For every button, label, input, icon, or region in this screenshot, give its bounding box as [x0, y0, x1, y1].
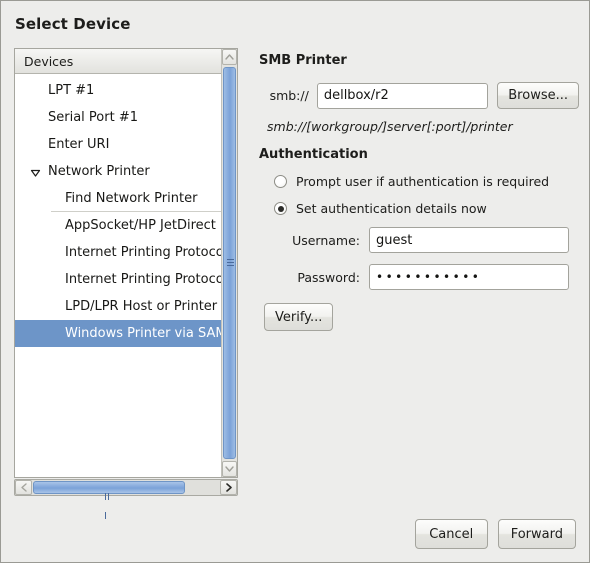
device-list-item-label: Find Network Printer: [65, 191, 198, 206]
device-list-item[interactable]: Find Network Printer: [15, 185, 237, 212]
chevron-left-icon[interactable]: [15, 480, 32, 495]
device-list-item[interactable]: AppSocket/HP JetDirect: [15, 211, 237, 239]
device-list-item-label: Enter URI: [48, 137, 110, 152]
device-list-item-label: Network Printer: [48, 164, 150, 179]
authentication-section-title: Authentication: [259, 147, 368, 162]
radio-prompt-user-label: Prompt user if authentication is require…: [296, 174, 550, 189]
browse-button[interactable]: Browse...: [497, 82, 579, 109]
smb-section-title: SMB Printer: [259, 53, 347, 68]
radio-set-details-now[interactable]: Set authentication details now: [259, 201, 579, 216]
device-list-item[interactable]: Internet Printing Protocol: [15, 239, 237, 266]
chevron-down-icon[interactable]: [222, 461, 237, 477]
username-input-value: guest: [376, 232, 413, 248]
device-list-item-label: Serial Port #1: [48, 110, 138, 125]
scroll-thumb-grip-icon: [227, 259, 234, 267]
radio-button-icon: [274, 175, 287, 188]
password-input-value: •••••••••••: [376, 270, 482, 284]
chevron-up-icon[interactable]: [222, 49, 237, 65]
forward-button[interactable]: Forward: [497, 519, 576, 549]
radio-button-selected-icon: [274, 202, 287, 215]
device-list-column-header-label: Devices: [24, 53, 74, 69]
device-list-item[interactable]: Serial Port #1: [15, 104, 237, 131]
password-input[interactable]: •••••••••••: [369, 264, 569, 290]
device-list-item[interactable]: Enter URI: [15, 131, 237, 158]
device-list-item[interactable]: Windows Printer via SAMBA: [15, 320, 237, 347]
cancel-button[interactable]: Cancel: [414, 519, 488, 549]
device-list-item-label: AppSocket/HP JetDirect: [65, 218, 216, 233]
vertical-scroll-thumb[interactable]: [223, 67, 236, 459]
smb-uri-input-value: dellbox/r2: [323, 88, 389, 103]
device-list-item-label: Windows Printer via SAMBA: [65, 326, 238, 341]
device-list-item[interactable]: LPT #1: [15, 77, 237, 104]
smb-prefix-label: smb://: [269, 88, 309, 103]
device-list-body[interactable]: LPT #1 Serial Port #1 Enter URI Network Pri…: [15, 74, 237, 477]
device-list-item-label: LPT #1: [48, 83, 95, 98]
device-list-item-label: Internet Printing Protocol: [65, 245, 228, 260]
horizontal-scroll-thumb[interactable]: [33, 481, 185, 519]
username-row: Username: guest: [259, 227, 579, 253]
dialog-footer: Cancel Forward: [414, 519, 576, 549]
radio-prompt-user[interactable]: Prompt user if authentication is require…: [259, 174, 579, 189]
device-list-item[interactable]: Internet Printing Protocol: [15, 266, 237, 293]
radio-set-details-now-label: Set authentication details now: [296, 201, 487, 216]
smb-uri-hint: smb://[workgroup/]server[:port]/printer: [267, 119, 513, 134]
device-list-item-label: LPD/LPR Host or Printer: [65, 299, 218, 314]
triangle-down-icon[interactable]: [29, 166, 42, 179]
page-title: Select Device: [15, 15, 131, 33]
select-device-dialog: Select Device Devices LPT #1 Serial Port …: [0, 0, 590, 563]
username-input[interactable]: guest: [369, 227, 569, 253]
device-list-frame: Devices LPT #1 Serial Port #1 Enter URI Net…: [14, 48, 238, 478]
smb-uri-row: smb:// dellbox/r2 Browse...: [259, 82, 579, 109]
device-list-vertical-scrollbar[interactable]: [221, 49, 237, 477]
password-label: Password:: [297, 269, 360, 285]
scroll-thumb-grip-icon: [105, 485, 113, 519]
device-list-item-label: Internet Printing Protocol: [65, 272, 228, 287]
password-row: Password: •••••••••••: [259, 264, 579, 290]
device-list-column-header[interactable]: Devices: [15, 49, 237, 74]
username-label: Username:: [292, 232, 360, 248]
device-list-horizontal-scrollbar[interactable]: [14, 479, 238, 519]
verify-button[interactable]: Verify...: [264, 303, 334, 331]
smb-uri-input[interactable]: dellbox/r2: [316, 82, 489, 109]
device-list-item[interactable]: Network Printer: [15, 158, 237, 185]
device-list-item[interactable]: LPD/LPR Host or Printer: [15, 293, 237, 320]
chevron-right-icon[interactable]: [220, 480, 237, 495]
device-settings-pane: SMB Printer smb:// dellbox/r2 Browse... …: [259, 53, 579, 331]
